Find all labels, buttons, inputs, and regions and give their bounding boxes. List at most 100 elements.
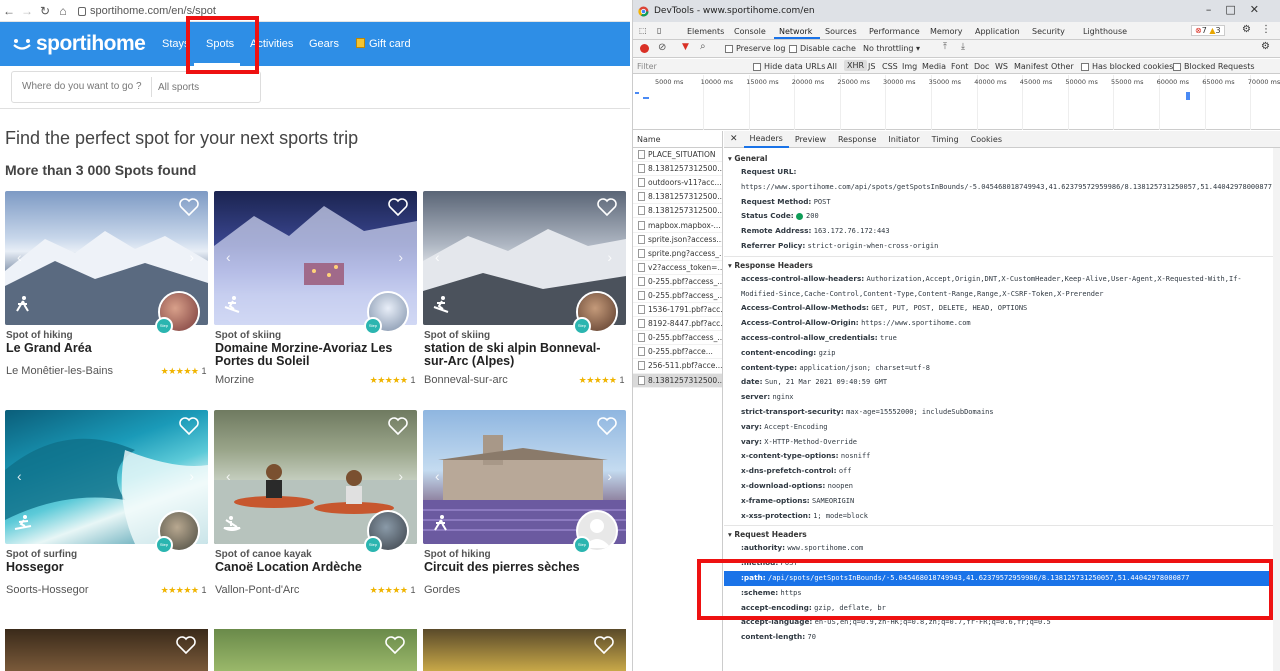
request-row[interactable]: 8192-8447.pbf?acc... [633,317,722,332]
header-row[interactable]: :authority: www.sportihome.com [724,541,1280,556]
throttling-select[interactable]: No throttling ▾ [863,44,920,53]
next-arrow-icon[interactable]: › [189,468,194,484]
tab-elements[interactable]: Elements [687,27,724,36]
request-row[interactable]: PLACE_SITUATION [633,148,722,163]
detail-tab-response[interactable]: Response [832,135,882,144]
device-toggle-icon[interactable]: ▯ [657,26,661,35]
search-icon[interactable]: ⌕ [700,41,706,52]
spot-card[interactable]: ‹ › Step Share Spot of surfing Hossegor … [5,410,208,610]
filter-input[interactable]: Filter [637,62,747,71]
header-row[interactable]: x-download-options: noopen [724,479,1280,494]
header-row[interactable]: access-control-allow_credentials: true [724,331,1280,346]
next-arrow-icon[interactable]: › [189,249,194,265]
inspect-icon[interactable]: ⬚ [639,26,647,35]
header-row[interactable]: server: nginx [724,390,1280,405]
request-row[interactable]: sprite.json?access... [633,233,722,247]
destination-input[interactable]: Where do you want to go ? [12,77,152,97]
request-row[interactable]: v2?access_token=... [633,261,722,275]
scrollbar[interactable] [1273,148,1280,671]
detail-tab-initiator[interactable]: Initiator [882,135,925,144]
spot-card[interactable]: ‹ › Step Share Spot of hiking Circuit de… [423,410,626,610]
more-menu-icon[interactable]: ⋮ [1261,24,1271,35]
spot-title[interactable]: Le Grand Aréa [6,342,204,355]
general-section-header[interactable]: ▾ General [724,152,1280,165]
header-row[interactable]: x-frame-options: SAMEORIGIN [724,494,1280,509]
request-row[interactable]: 0-255.pbf?access_... [633,331,722,346]
tab-memory[interactable]: Memory [930,27,963,36]
spot-card[interactable]: ‹ › Step Share Spot of skiing Domaine Mo… [214,191,417,391]
prev-arrow-icon[interactable]: ‹ [226,249,231,265]
window-controls[interactable]: –□✕ [1206,3,1273,16]
spot-card[interactable]: ‹ › Step Share Spot of canoe kayak Canoë… [214,410,417,610]
prev-arrow-icon[interactable]: ‹ [435,249,440,265]
header-row[interactable]: content-type: application/json; charset=… [724,361,1280,376]
filter-type-other[interactable]: Other [1051,62,1074,71]
request-row[interactable]: 0-255.pbf?access_... [633,275,722,289]
prev-arrow-icon[interactable]: ‹ [435,468,440,484]
back-icon[interactable]: ← [0,4,18,18]
spot-card[interactable]: ‹ › Step Share Spot of skiing station de… [423,191,626,391]
header-row[interactable]: Status Code: 200 [724,209,1280,224]
tab-application[interactable]: Application [975,27,1020,36]
issues-counter[interactable]: ⊗7 ▲3 [1191,25,1225,36]
filter-type-doc[interactable]: Doc [974,62,989,71]
forward-icon[interactable]: → [18,4,36,18]
tab-performance[interactable]: Performance [869,27,920,36]
request-row[interactable]: 1536-1791.pbf?acc... [633,303,722,318]
filter-type-all[interactable]: All [827,62,837,71]
request-row[interactable]: 0-255.pbf?access_... [633,289,722,304]
next-arrow-icon[interactable]: › [398,249,403,265]
request-headers-section-header[interactable]: ▾ Request Headers [724,528,1280,541]
request-row[interactable]: mapbox.mapbox-... [633,218,722,233]
favorite-heart-icon[interactable] [594,636,614,654]
spot-title[interactable]: Circuit des pierres sèches [424,561,622,574]
tab-console[interactable]: Console [734,27,766,36]
header-row[interactable]: access-control-allow-headers: Authorizat… [724,272,1280,302]
settings-gear-icon[interactable]: ⚙ [1242,24,1251,35]
site-logo[interactable]: sportihome [12,32,146,56]
filter-type-font[interactable]: Font [951,62,968,71]
detail-tab-timing[interactable]: Timing [926,135,965,144]
spot-title[interactable]: Canoë Location Ardèche [215,561,413,574]
request-row[interactable]: 256-511.pbf?acce... [633,359,722,374]
favorite-heart-icon[interactable] [388,417,408,435]
tab-lighthouse[interactable]: Lighthouse [1083,27,1127,36]
favorite-heart-icon[interactable] [597,417,617,435]
next-arrow-icon[interactable]: › [607,249,612,265]
spot-title[interactable]: Domaine Morzine-Avoriaz Les Portes du So… [215,342,413,368]
reload-icon[interactable]: ↻ [36,4,54,18]
favorite-heart-icon[interactable] [597,198,617,216]
sport-select[interactable]: All sports [152,82,199,93]
request-row[interactable]: 8.1381257312500... [633,204,722,219]
request-row[interactable]: 8.1381257312500... [633,190,722,205]
tab-security[interactable]: Security [1032,27,1065,36]
favorite-heart-icon[interactable] [179,198,199,216]
record-icon[interactable] [640,44,649,53]
prev-arrow-icon[interactable]: ‹ [17,249,22,265]
header-row[interactable]: Access-Control-Allow-Origin: https://www… [724,316,1280,331]
header-row[interactable]: Request URL: https://www.sportihome.com/… [724,165,1280,195]
detail-tab-cookies[interactable]: Cookies [965,135,1008,144]
filter-type-js[interactable]: JS [868,62,875,71]
request-row[interactable]: 8.1381257312500... [633,162,722,177]
download-icon[interactable]: ⤓ [961,42,965,52]
header-row[interactable]: date: Sun, 21 Mar 2021 09:40:59 GMT [724,375,1280,390]
header-row[interactable]: vary: Accept-Encoding [724,420,1280,435]
blocked-requests-checkbox[interactable]: Blocked Requests [1173,62,1255,71]
home-icon[interactable]: ⌂ [54,4,72,18]
upload-icon[interactable]: ⤒ [943,42,947,52]
detail-tab-preview[interactable]: Preview [789,135,832,144]
spot-title[interactable]: Hossegor [6,561,204,574]
hide-data-urls-checkbox[interactable]: Hide data URLs [753,62,825,71]
url-field[interactable]: sportihome.com/en/s/spot [90,5,216,17]
favorite-heart-icon[interactable] [176,636,196,654]
request-row[interactable]: outdoors-v11?acc... [633,176,722,191]
has-blocked-cookies-checkbox[interactable]: Has blocked cookies [1081,62,1173,71]
tab-sources[interactable]: Sources [825,27,857,36]
header-row[interactable]: content-length: 70 [724,630,1280,645]
filter-type-xhr[interactable]: XHR [844,60,868,71]
header-row[interactable]: Access-Control-Allow-Methods: GET, PUT, … [724,301,1280,316]
header-row[interactable]: Request Method: POST [724,195,1280,210]
close-detail-icon[interactable]: ✕ [730,134,738,144]
favorite-heart-icon[interactable] [388,198,408,216]
